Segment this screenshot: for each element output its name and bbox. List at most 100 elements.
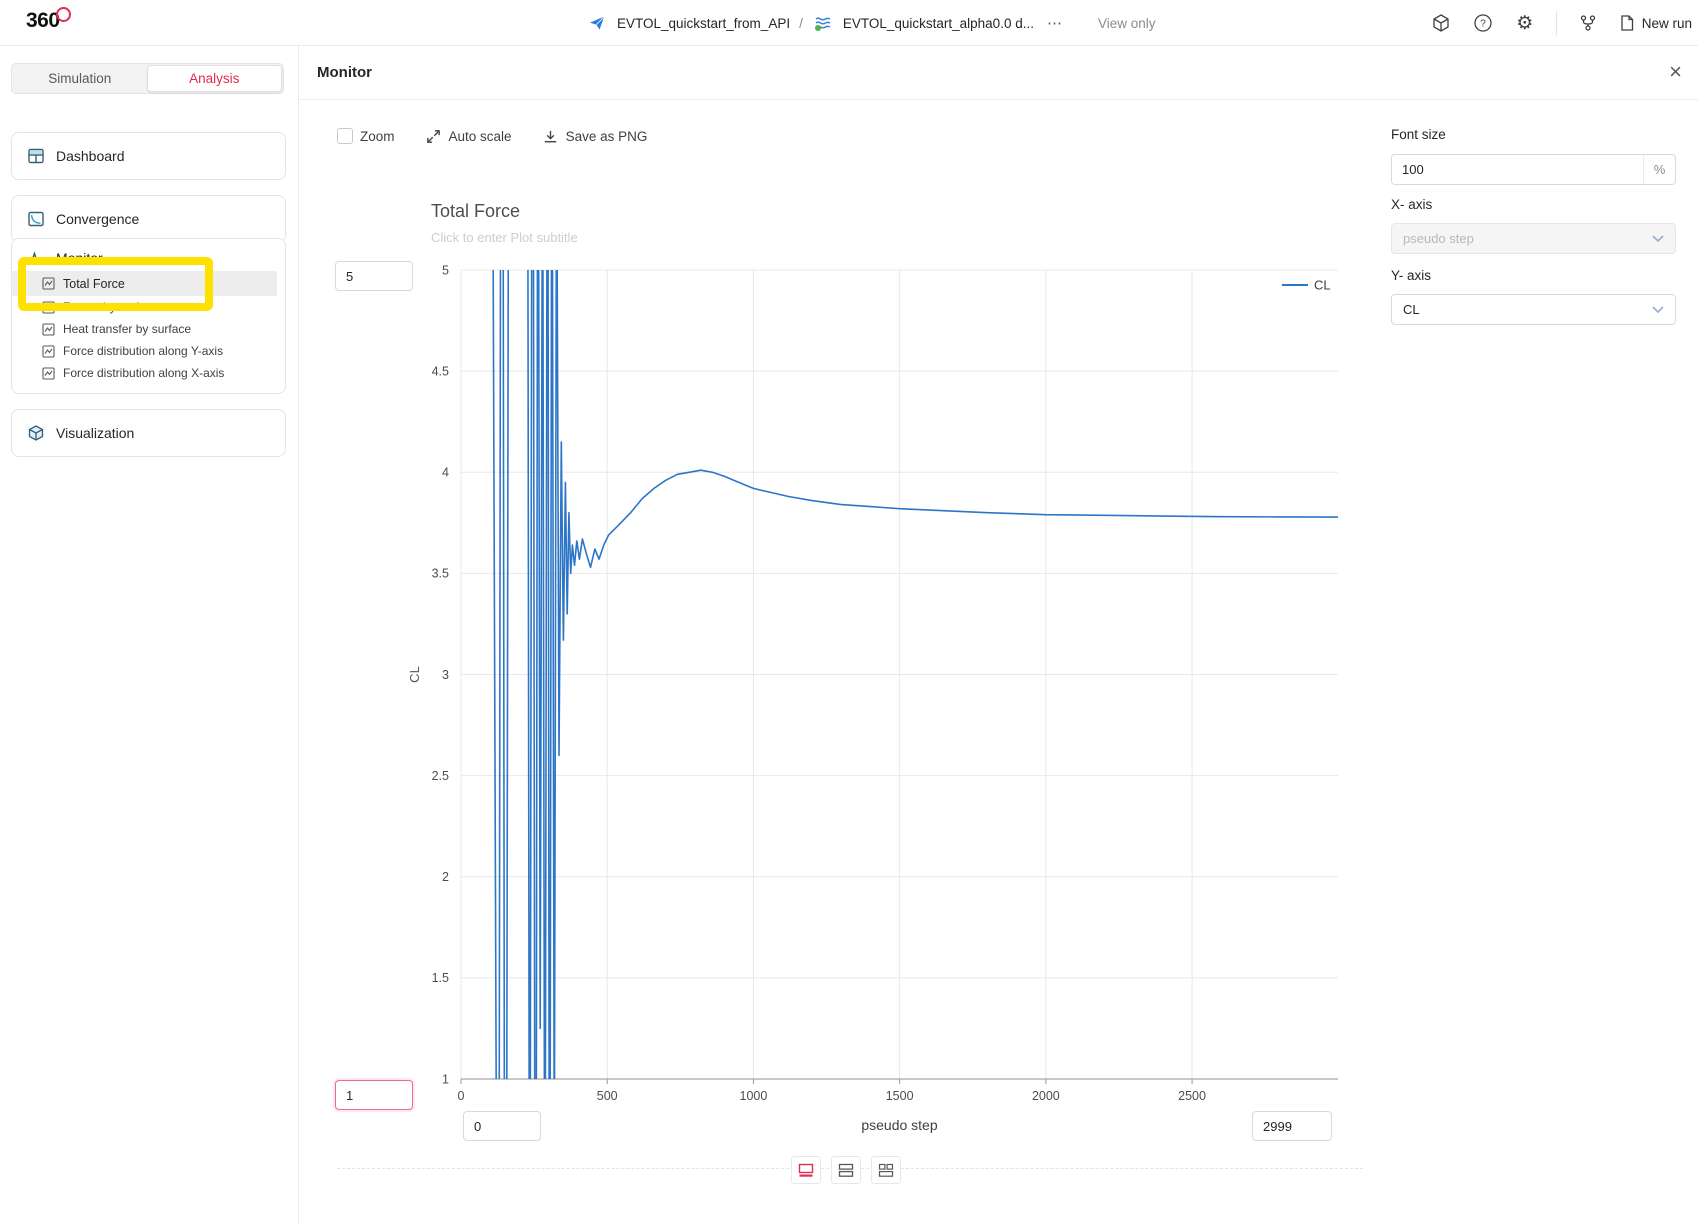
monitor-item-label: Force distribution along X-axis	[63, 366, 224, 380]
monitor-icon	[27, 249, 45, 267]
x-max-input[interactable]	[1252, 1111, 1332, 1141]
zoom-toggle[interactable]: Zoom	[337, 128, 395, 144]
sidebar-card-visualization: Visualization	[11, 409, 286, 457]
layout-grid-icon	[878, 1163, 894, 1178]
plot-icon	[42, 277, 55, 290]
layout-switcher	[791, 1156, 901, 1184]
download-icon	[542, 128, 559, 145]
settings-gear-icon[interactable]: ⚙	[1514, 12, 1536, 34]
svg-text:2: 2	[442, 870, 449, 884]
convergence-icon	[27, 210, 45, 228]
layout-two-rows-icon	[838, 1163, 854, 1178]
new-run-button[interactable]: New run	[1619, 14, 1692, 32]
svg-text:2000: 2000	[1032, 1089, 1060, 1103]
y-min-input[interactable]	[335, 1080, 413, 1110]
x-axis-value: pseudo step	[1403, 231, 1474, 246]
breadcrumb-separator: /	[799, 16, 803, 31]
close-icon[interactable]: ×	[1669, 59, 1682, 85]
breadcrumb: EVTOL_quickstart_from_API / EVTOL_quicks…	[586, 0, 1156, 46]
chart-toolbar: Zoom Auto scale Save as PNG	[337, 121, 647, 151]
dashboard-icon	[27, 147, 45, 165]
monitor-item-force-dist-y[interactable]: Force distribution along Y-axis	[12, 340, 285, 362]
svg-text:3: 3	[442, 668, 449, 682]
chevron-down-icon	[1652, 235, 1664, 243]
font-size-input[interactable]	[1392, 155, 1643, 184]
convergence-label: Convergence	[56, 211, 139, 227]
monitor-panel: Monitor × Zoom Auto scale Save as PNG To…	[300, 46, 1698, 1223]
svg-text:500: 500	[597, 1089, 618, 1103]
view-only-badge: View only	[1098, 16, 1156, 31]
zoom-checkbox[interactable]	[337, 128, 353, 144]
breadcrumb-case-name[interactable]: EVTOL_quickstart_alpha0.0 d...	[843, 16, 1034, 31]
plot-icon	[42, 367, 55, 380]
svg-text:2.5: 2.5	[432, 769, 449, 783]
top-header: 360 EVTOL_quickstart_from_API / EVTOL_qu…	[0, 0, 1698, 46]
svg-text:2500: 2500	[1178, 1089, 1206, 1103]
save-png-label: Save as PNG	[566, 129, 648, 144]
x-axis-label: X- axis	[1391, 197, 1432, 212]
sidebar-card-convergence: Convergence	[11, 195, 286, 243]
sidebar-item-convergence[interactable]: Convergence	[12, 196, 285, 242]
visualization-cube-icon	[27, 424, 45, 442]
svg-text:1000: 1000	[740, 1089, 768, 1103]
breadcrumb-more-button[interactable]: ⋯	[1043, 14, 1067, 32]
total-force-chart[interactable]: 11.522.533.544.5505001000150020002500CLp…	[351, 245, 1361, 1145]
y-axis-value: CL	[1403, 302, 1420, 317]
svg-text:1.5: 1.5	[432, 971, 449, 985]
sidebar-card-dashboard: Dashboard	[11, 132, 286, 180]
tab-simulation[interactable]: Simulation	[13, 65, 147, 92]
monitor-item-label: Total Force	[63, 277, 125, 291]
version-fork-icon[interactable]	[1577, 12, 1599, 34]
auto-scale-button[interactable]: Auto scale	[425, 128, 512, 145]
logo-ring-icon	[56, 7, 71, 22]
svg-text:?: ?	[1480, 19, 1486, 30]
new-run-label: New run	[1642, 16, 1692, 31]
panel-title: Monitor	[317, 46, 372, 100]
chart-title[interactable]: Total Force	[431, 201, 520, 222]
y-axis-label: Y- axis	[1391, 268, 1431, 283]
monitor-item-label: Heat transfer by surface	[63, 322, 191, 336]
help-icon[interactable]: ?	[1472, 12, 1494, 34]
svg-text:pseudo step: pseudo step	[861, 1117, 937, 1133]
svg-text:5: 5	[442, 263, 449, 277]
auto-scale-icon	[425, 128, 442, 145]
monitor-item-force-dist-x[interactable]: Force distribution along X-axis	[12, 362, 285, 384]
sidebar: Simulation Analysis Dashboard Convergenc…	[0, 46, 299, 1223]
svg-text:1500: 1500	[886, 1089, 914, 1103]
monitor-section-header[interactable]: Monitor	[12, 245, 285, 271]
x-min-input[interactable]	[463, 1111, 541, 1141]
svg-text:4.5: 4.5	[432, 364, 449, 378]
auto-scale-label: Auto scale	[449, 129, 512, 144]
tab-analysis[interactable]: Analysis	[147, 65, 283, 92]
svg-text:4: 4	[442, 466, 449, 480]
panel-header: Monitor ×	[300, 46, 1698, 100]
sidebar-card-monitor: Monitor Total Force Forces by surface He…	[11, 238, 286, 394]
mode-tabs: Simulation Analysis	[11, 63, 284, 94]
monitor-item-label: Force distribution along Y-axis	[63, 344, 223, 358]
layout-single-button[interactable]	[791, 1156, 821, 1184]
save-png-button[interactable]: Save as PNG	[542, 128, 648, 145]
monitor-item-heat-transfer[interactable]: Heat transfer by surface	[12, 318, 285, 340]
monitor-item-total-force[interactable]: Total Force	[12, 271, 277, 296]
monitor-item-label: Forces by surface	[63, 300, 158, 314]
chart-subtitle-placeholder[interactable]: Click to enter Plot subtitle	[431, 230, 578, 245]
x-axis-select: pseudo step	[1391, 223, 1676, 254]
layout-grid-button[interactable]	[871, 1156, 901, 1184]
monitor-item-forces-by-surface[interactable]: Forces by surface	[12, 296, 285, 318]
plot-icon	[42, 301, 55, 314]
sidebar-item-visualization[interactable]: Visualization	[12, 410, 285, 456]
plot-icon	[42, 345, 55, 358]
project-icon	[586, 12, 608, 34]
y-axis-select[interactable]: CL	[1391, 294, 1676, 325]
header-divider	[1556, 11, 1557, 35]
layout-two-rows-button[interactable]	[831, 1156, 861, 1184]
sidebar-item-dashboard[interactable]: Dashboard	[12, 133, 285, 179]
monitor-items: Total Force Forces by surface Heat trans…	[12, 271, 285, 384]
percent-suffix: %	[1643, 155, 1675, 184]
font-size-field: %	[1391, 154, 1676, 185]
resources-cube-icon[interactable]	[1430, 12, 1452, 34]
breadcrumb-project-name[interactable]: EVTOL_quickstart_from_API	[617, 16, 790, 31]
chevron-down-icon	[1652, 306, 1664, 314]
app-logo: 360	[26, 9, 60, 33]
plot-icon	[42, 323, 55, 336]
